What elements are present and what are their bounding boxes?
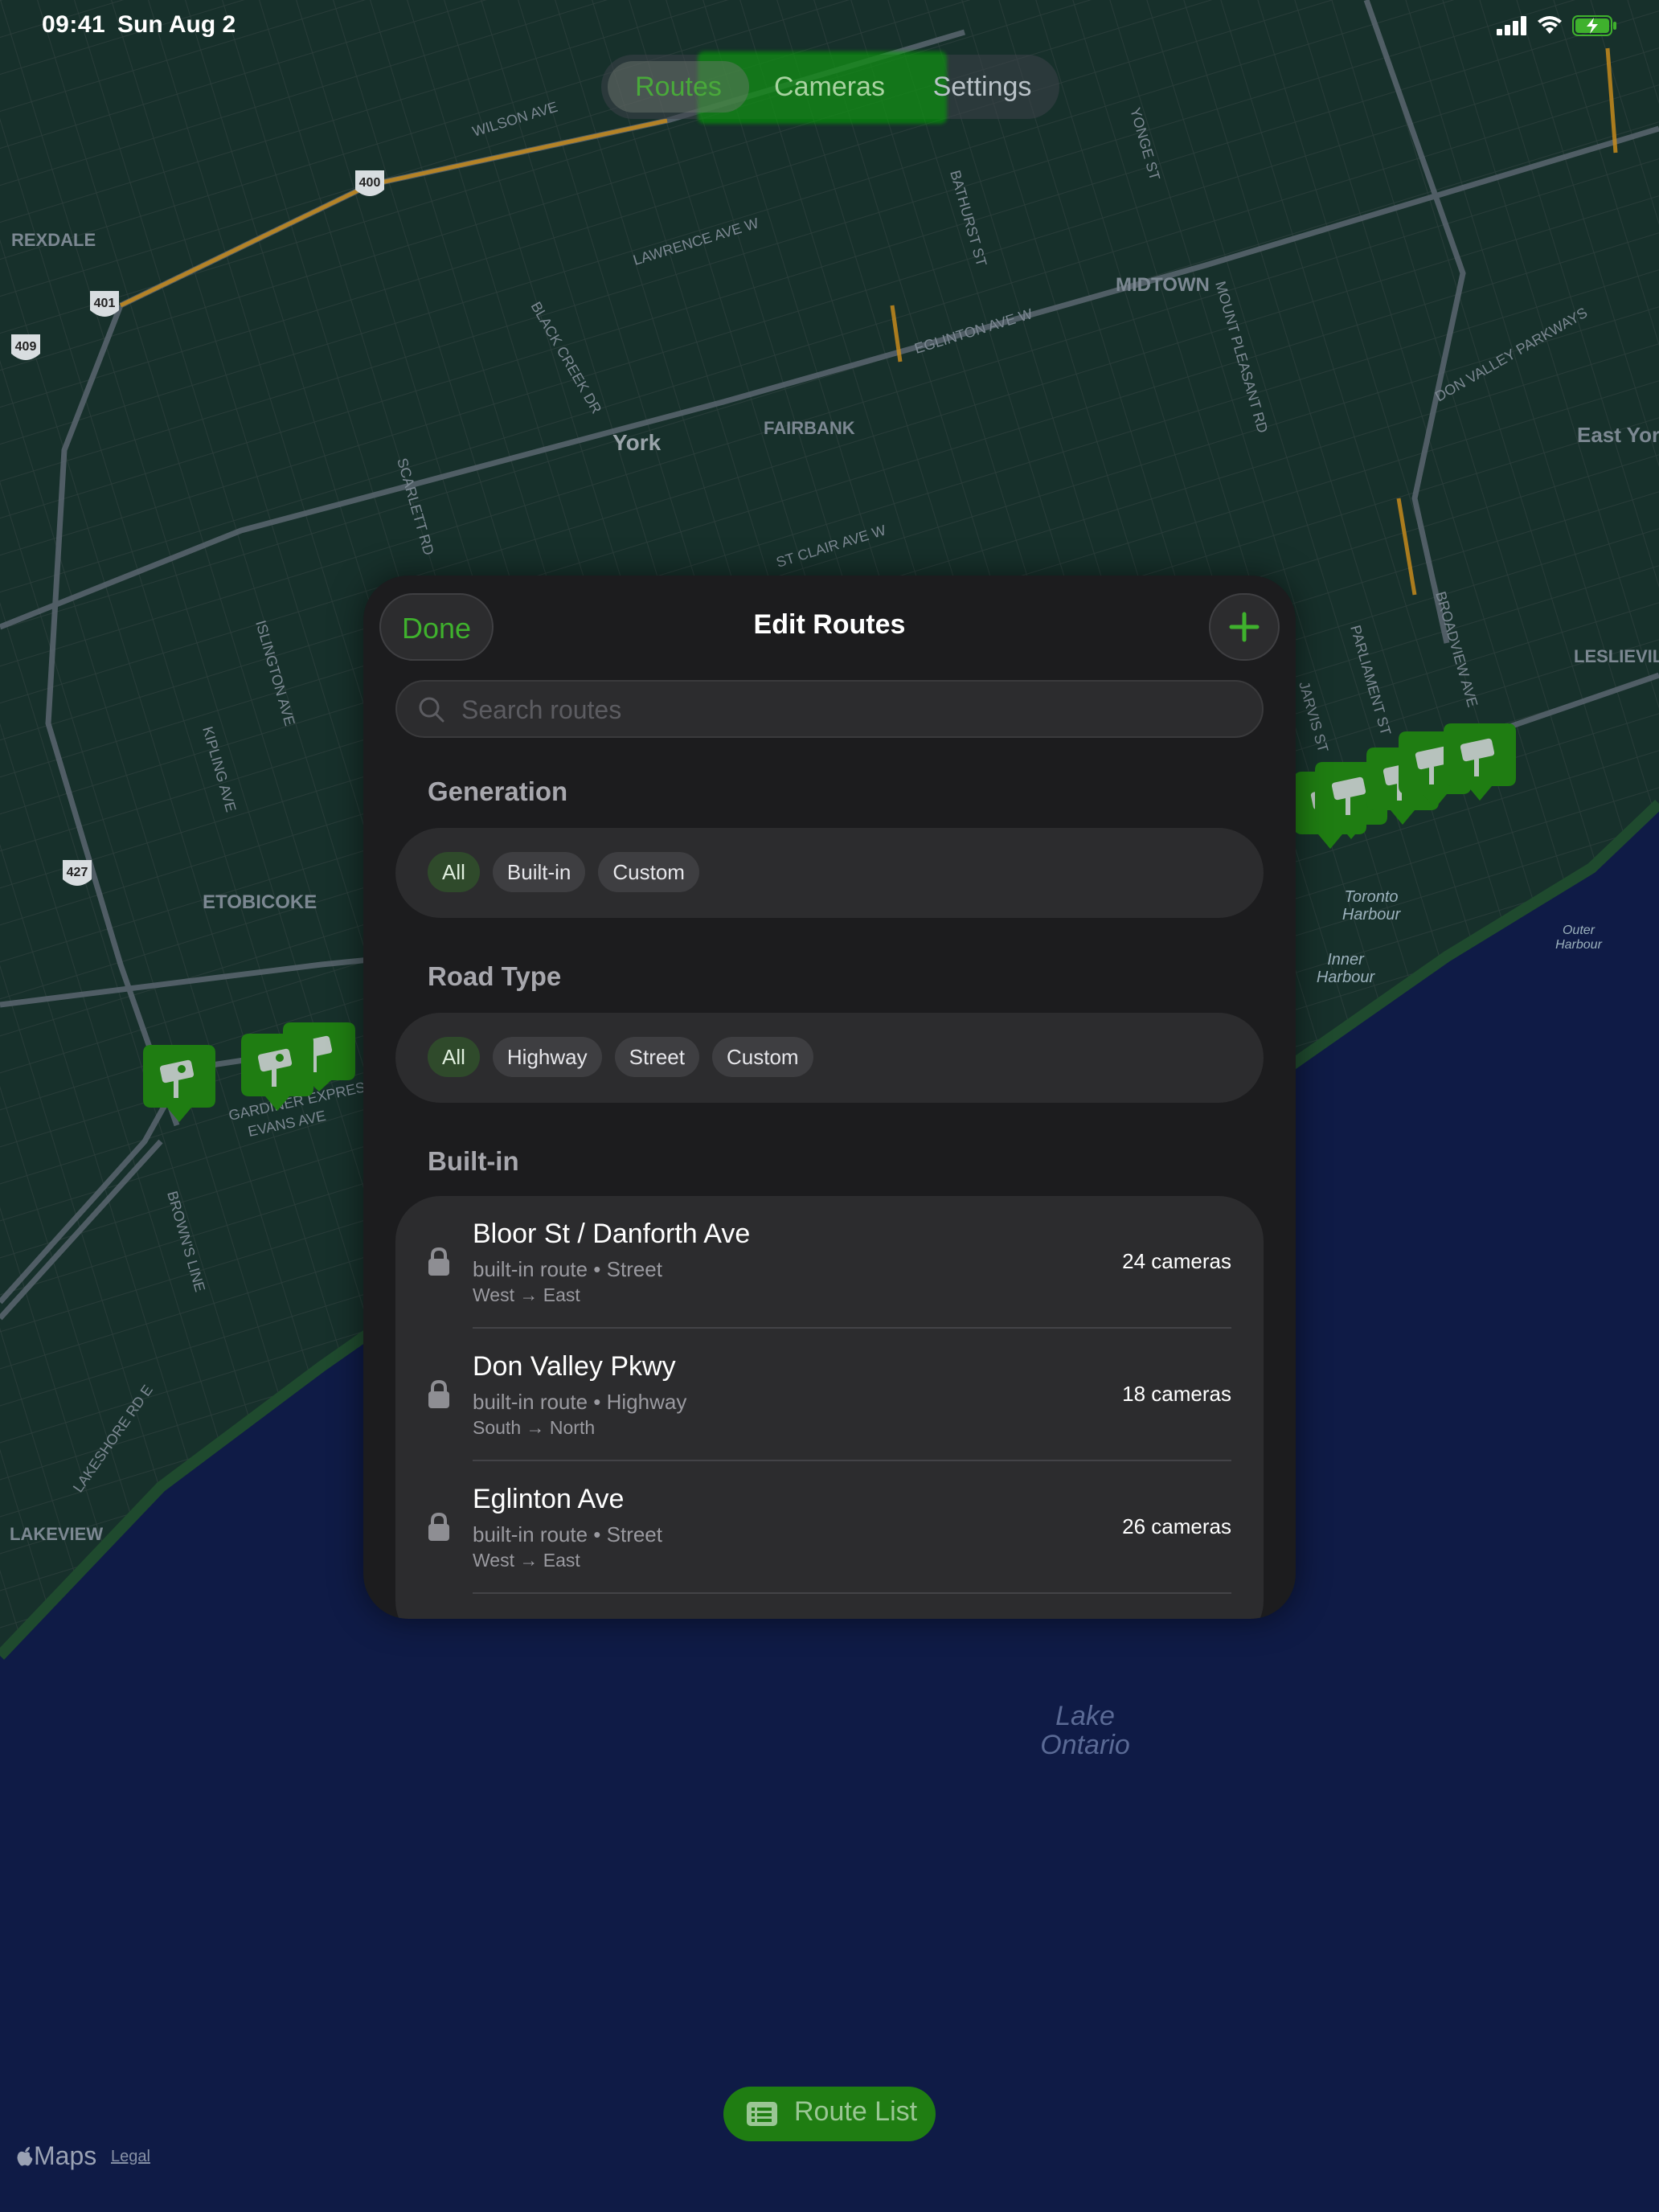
tab-routes[interactable]: Routes [608,61,749,113]
highway-shield-400: 400 [355,170,384,196]
map-label-toronto-harbour: Toronto [1344,888,1398,906]
map-label-lake: Lake [1055,1701,1115,1731]
route-direction: West → East [473,1284,580,1305]
map-label-york: York [612,430,662,455]
lock-icon [428,1380,449,1408]
built-in-header: Built-in [428,1146,519,1176]
status-icons [1497,14,1617,37]
highway-shield-427: 427 [63,860,92,886]
map-label-outer-harbour: Outer [1563,924,1596,937]
tab-settings[interactable]: Settings [910,55,1055,119]
lock-icon [428,1513,449,1541]
route-list-button[interactable]: Route List [723,2087,936,2141]
tab-cameras[interactable]: Cameras [749,55,910,119]
legal-link[interactable]: Legal [111,2148,150,2166]
route-row[interactable]: Eglinton Ave built-in route • Street Wes… [395,1461,1264,1594]
status-date: Sun Aug 2 [117,11,236,38]
road-type-header: Road Type [428,961,562,991]
road-type-chip-all[interactable]: All [428,1037,480,1077]
road-type-filter: All Highway Street Custom [395,1013,1264,1103]
route-subtitle: built-in route • Highway [473,1390,687,1414]
route-list-label: Route List [794,2096,918,2127]
cellular-signal-icon [1497,16,1526,35]
map-label-rexdale: REXDALE [11,230,96,250]
route-subtitle: built-in route • Street [473,1257,662,1281]
route-name: Eglinton Ave [473,1484,625,1514]
search-bar[interactable] [395,680,1264,738]
status-bar: 09:41 Sun Aug 2 [0,0,1659,51]
edit-routes-sheet: Done Edit Routes Generation All Built-in… [363,576,1296,1619]
road-type-chip-custom[interactable]: Custom [712,1037,813,1077]
map-label-midtown: MIDTOWN [1116,274,1210,296]
generation-header: Generation [428,776,568,806]
built-in-route-list: Bloor St / Danforth Ave built-in route •… [395,1196,1264,1619]
camera-pin[interactable] [241,1034,313,1118]
wifi-icon [1538,16,1562,34]
map-label-outer-harbour-2: Harbour [1555,938,1602,952]
battery-charging-icon [1572,15,1616,36]
add-route-button[interactable] [1209,593,1280,661]
map-label-etobicoke: ETOBICOKE [203,891,317,913]
map-label-east-york: East Yor [1577,423,1659,447]
map-label-toronto-harbour-2: Harbour [1342,906,1402,924]
generation-chip-built-in[interactable]: Built-in [492,852,586,892]
route-name: Don Valley Pkwy [473,1351,676,1382]
highway-shield-409: 409 [11,334,40,360]
camera-pin[interactable] [1444,723,1516,808]
maps-logo: Maps [16,2141,96,2171]
map-label-lake-2: Ontario [1040,1730,1130,1760]
map-label-fairbank: FAIRBANK [764,418,855,438]
map-label-inner-harbour: Inner [1327,951,1365,969]
plus-icon [1229,612,1260,642]
svg-text:409: 409 [15,340,37,354]
top-segmented-control: Routes Cameras Settings [601,51,1059,124]
search-icon [419,697,444,723]
maps-wordmark: Maps [34,2141,97,2170]
road-type-chip-street[interactable]: Street [614,1037,699,1077]
svg-text:400: 400 [359,176,381,190]
generation-chip-all[interactable]: All [428,852,480,892]
highway-shield-401: 401 [90,291,119,317]
route-camera-count: 26 cameras [1122,1514,1231,1538]
svg-text:401: 401 [94,297,116,310]
road-type-chip-highway[interactable]: Highway [492,1037,602,1077]
svg-text:427: 427 [67,866,88,879]
route-direction: West → East [473,1550,580,1571]
route-camera-count: 24 cameras [1122,1249,1231,1273]
lock-icon [428,1247,449,1276]
map-label-leslieville: LESLIEVILLE [1574,646,1659,666]
route-camera-count: 18 cameras [1122,1382,1231,1406]
apple-logo-icon [17,2147,33,2166]
list-icon [747,2102,777,2126]
divider [473,1592,1231,1594]
camera-pin[interactable] [143,1045,215,1129]
route-direction: South → North [473,1417,596,1438]
generation-filter: All Built-in Custom [395,828,1264,918]
route-row[interactable]: Don Valley Pkwy built-in route • Highway… [395,1329,1264,1461]
status-time: 09:41 [42,11,106,38]
search-input[interactable] [460,682,1251,738]
map-label-lakeview: LAKEVIEW [10,1524,103,1544]
route-row[interactable]: Bloor St / Danforth Ave built-in route •… [395,1196,1264,1329]
generation-chip-custom[interactable]: Custom [598,852,699,892]
route-subtitle: built-in route • Street [473,1522,662,1546]
route-name: Bloor St / Danforth Ave [473,1219,751,1249]
map-label-inner-harbour-2: Harbour [1317,969,1376,986]
sheet-title: Edit Routes [753,609,906,640]
